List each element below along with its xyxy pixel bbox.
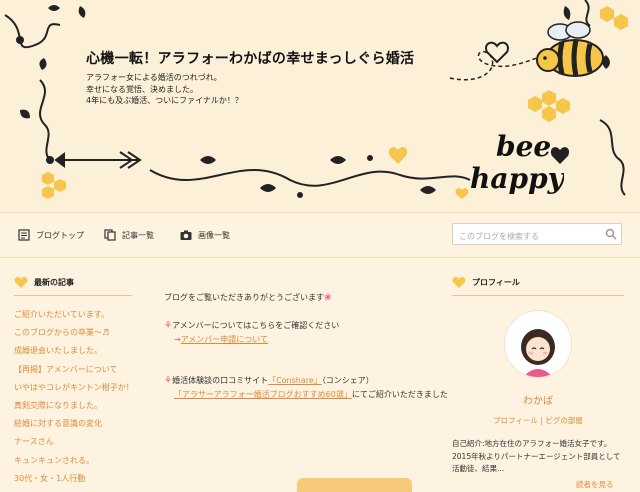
ribbon-icon: ⚘ [164,321,173,331]
dot-ornament [46,156,54,164]
widget-title: プロフィール [472,278,520,287]
honeycomb-right [528,90,570,122]
leaf-ornament [48,5,60,11]
flight-path [449,50,546,81]
swirl-top-left [4,14,61,49]
leaf-ornament [39,58,47,70]
review-notice: ⚘婚活体験談の口コミサイト「Conshare」（コンシェア） 「アラサーアラフォ… [164,374,448,401]
heart-ornament [455,188,469,199]
widget-title: 最新の記事 [34,278,74,287]
recent-article-link[interactable]: ご紹介いただいています。 [14,306,132,324]
recent-article-link[interactable]: ナースさん [14,433,132,451]
blog-description-line: 4年にも及ぶ婚活、ついにファイナルか！？ [86,96,243,105]
nav-image-list[interactable]: 画像一覧 [180,227,230,243]
heart-outline [485,41,509,64]
blog-description-line: アラフォー女による婚活のつれづれ。 [86,73,222,82]
leaf-ornament [420,186,436,194]
review-intro-text: 婚活体験談の口コミサイト [172,376,269,385]
blog-description: アラフォー女による婚活のつれづれ。 幸せになる覚悟、決めました。 4年にも及ぶ婚… [86,72,243,107]
article-list-icon [104,229,116,241]
honeycomb-top-right [600,6,628,30]
profile-widget: プロフィール わかば プロフィール | ピグの部屋 自己紹介:地方在住のアラフォ… [452,276,624,476]
blog-title[interactable]: 心機一転！アラフォーわかばの幸せまっしぐら婚活 [86,48,414,68]
ribbon-icon: ❀ [324,293,332,303]
recent-article-link[interactable]: このブログからの卒業〜♬ [14,324,132,342]
recent-article-link[interactable]: 30代・女・1人行動 [14,470,132,488]
arrow-icon: → [174,335,181,344]
avatar-illustration [521,329,555,377]
conshare-link[interactable]: 「Conshare」 [268,376,322,385]
recent-articles-widget: 最新の記事 ご紹介いただいています。 このブログからの卒業〜♬ 成婚退会いたしま… [14,276,132,488]
leaf-ornament [563,6,571,20]
greeting-label: ブログをご覧いただきありがとうございます [164,293,324,302]
leaf-ornament [20,109,30,119]
nav-article-list[interactable]: 記事一覧 [104,227,154,243]
pigg-room-link[interactable]: ピグの部屋 [545,416,583,425]
search-box [452,223,622,247]
heart-icon [452,277,466,288]
profile-name[interactable]: わかば [452,392,624,407]
nav-label: 記事一覧 [122,230,154,240]
profile-intro: 自己紹介:地方在住のアラフォー婚活女子です。2015年秋よりパートナーエージェン… [452,439,621,473]
nav-label: 画像一覧 [198,230,230,240]
leaf-ornament [78,6,86,18]
camera-icon [180,230,192,240]
leaf-ornament [200,156,216,164]
bee-happy-logo: bee happy [470,130,564,195]
blog-description-line: 幸せになる覚悟、決めました。 [86,84,198,94]
nav-label: ブログトップ [36,230,84,240]
honeycomb-left [42,172,66,199]
heart-ornament [388,147,408,164]
link-separator: | [540,416,543,425]
widget-heading: プロフィール [452,276,624,296]
recent-article-link[interactable]: キュンキュンされる。 [14,452,132,470]
flourish-bottom [149,169,471,187]
nav-blog-top[interactable]: ブログトップ [18,227,84,243]
recent-article-link[interactable]: 成婚退会いたしました。 [14,342,132,360]
swirl-right [599,119,626,196]
dot-ornament [297,192,303,198]
logo-text-happy: happy [470,162,564,195]
review-intro-text: （コンシェア） [321,376,374,385]
widget-heading: 最新の記事 [14,276,132,296]
blog-top-icon [18,229,30,241]
amember-notice: ⚘アメンバーについてはこちらをご確認ください →アメンバー申請について [164,319,434,346]
main-bottom-tab [297,478,412,492]
leaf-ornament [260,184,276,192]
recent-article-link[interactable]: 真剣交際になりました。 [14,397,132,415]
profile-link[interactable]: プロフィール [493,416,538,425]
avatar[interactable] [504,310,572,378]
review-intro-text: にてご紹介いただきました [351,390,448,399]
bee-illustration [536,21,604,77]
search-icon[interactable] [605,228,617,240]
recent-article-link[interactable]: いやはやコレがキントン柑子か！？ [14,379,132,397]
dot-ornament [367,155,373,161]
profile-links: プロフィール | ピグの部屋 [452,415,624,426]
amember-link[interactable]: アメンバー申請について [181,335,268,344]
main-content: ブログをご覧いただきありがとうございます❀ ⚘アメンバーについてはこちらをご確認… [164,292,448,401]
global-nav: ブログトップ 記事一覧 画像一覧 [0,212,640,258]
recent-article-link[interactable]: 【再掲】アメンバーについて [14,361,132,379]
logo-text-bee: bee [496,130,551,163]
recent-articles-list: ご紹介いただいています。 このブログからの卒業〜♬ 成婚退会いたしました。 【再… [14,306,132,488]
swirl-left [39,79,51,161]
ribbon-icon: ⚘ [164,376,173,386]
heart-icon [14,277,28,288]
review-article-link[interactable]: 「アラサーアラフォー婚活ブログおすすめ60選」 [174,390,352,399]
greeting-text: ブログをご覧いただきありがとうございます❀ [164,292,434,303]
arrow-ornament [54,151,142,169]
dot-ornament [16,36,24,44]
swirl-top-right [584,0,591,27]
recent-article-link[interactable]: 結婚に対する意識の変化 [14,415,132,433]
search-input[interactable] [453,226,605,247]
blog-header: 心機一転！アラフォーわかばの幸せまっしぐら婚活 アラフォー女による婚活のつれづれ… [0,0,640,212]
amember-text: アメンバーについてはこちらをご確認ください [172,321,340,330]
leaf-ornament [330,156,346,164]
